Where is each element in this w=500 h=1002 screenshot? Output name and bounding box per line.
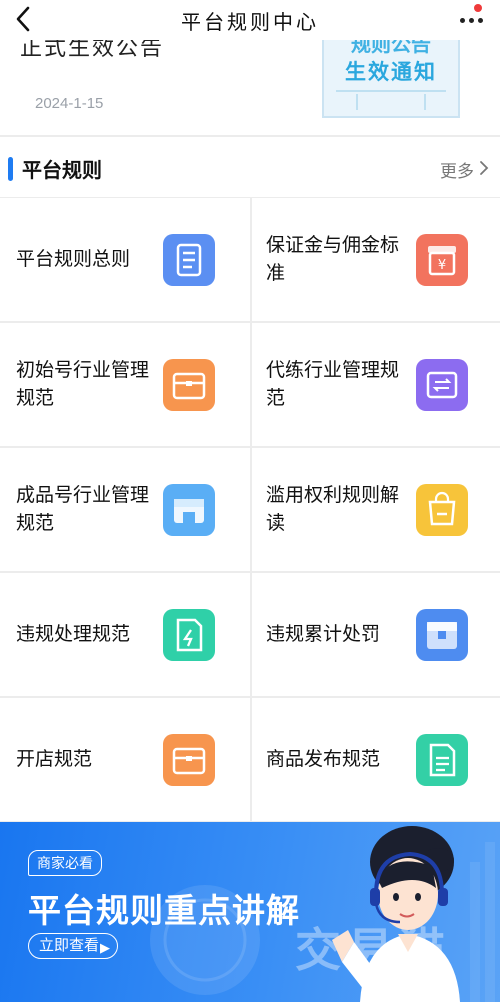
rule-item[interactable]: 初始号行业管理规范 [0, 323, 250, 448]
section-header: 平台规则 更多 [0, 137, 500, 197]
dot-icon [478, 18, 483, 23]
lightning-doc-icon [163, 609, 215, 661]
page-title: 平台规则中心 [181, 10, 319, 34]
notice-thumbnail: 规则公告 生效通知 [322, 40, 460, 118]
section-title: 平台规则 [22, 160, 102, 182]
rule-label: 初始号行业管理规范 [16, 359, 150, 409]
yen-box-icon: ¥ [416, 234, 468, 286]
banner-tag: 商家必看 [28, 850, 102, 876]
rule-item[interactable]: 违规累计处罚 [250, 573, 500, 698]
rule-label: 保证金与佣金标准 [266, 234, 400, 284]
rule-label: 商品发布规范 [266, 748, 381, 770]
dot-icon [469, 18, 474, 23]
notification-dot [474, 4, 482, 12]
chevron-right-icon[interactable] [478, 159, 490, 177]
rule-item[interactable]: 保证金与佣金标准 ¥ [250, 198, 500, 323]
rule-label: 开店规范 [16, 748, 93, 770]
thumbnail-text: 生效通知 [345, 61, 437, 84]
rule-item[interactable]: 成品号行业管理规范 [0, 448, 250, 573]
banner-title: 平台规则重点讲解 [28, 892, 300, 929]
briefcase-icon [163, 734, 215, 786]
storefront-icon [163, 484, 215, 536]
rule-label: 平台规则总则 [16, 248, 131, 270]
rule-label: 违规处理规范 [16, 623, 131, 645]
rule-item[interactable]: 商品发布规范 [250, 698, 500, 823]
customer-service-agent-illustration [332, 826, 460, 1002]
package-icon [416, 609, 468, 661]
rule-item[interactable]: 代练行业管理规范 [250, 323, 500, 448]
rule-label: 滥用权利规则解读 [266, 484, 400, 534]
notice-item[interactable]: 正式生效公告 2024-1-15 规则公告 生效通知 [0, 40, 500, 135]
rule-label: 代练行业管理规范 [266, 359, 400, 409]
document-icon [163, 234, 215, 286]
rule-label: 违规累计处罚 [266, 623, 381, 645]
rules-grid: 平台规则总则 保证金与佣金标准 ¥ 初始号行业管理规范 代练行业管理规范 成品号… [0, 197, 500, 823]
section-accent-bar [8, 157, 13, 181]
more-link[interactable]: 更多 [440, 157, 474, 182]
briefcase-icon [163, 359, 215, 411]
notice-date: 2024-1-15 [35, 95, 104, 112]
dot-icon [460, 18, 465, 23]
exchange-icon [416, 359, 468, 411]
rule-item[interactable]: 违规处理规范 [0, 573, 250, 698]
envelope-icon [336, 90, 446, 114]
view-now-label: 立即查看 [39, 937, 100, 954]
rule-item[interactable]: 开店规范 [0, 698, 250, 823]
list-doc-icon [416, 734, 468, 786]
shopping-bag-icon [416, 484, 468, 536]
svg-text:¥: ¥ [438, 258, 446, 273]
thumbnail-text-top: 规则公告 [351, 40, 431, 56]
rule-item[interactable]: 平台规则总则 [0, 198, 250, 323]
promo-banner[interactable]: 商家必看 平台规则重点讲解 立即查看 ▶ 交易猫 [0, 822, 500, 1002]
rule-item[interactable]: 滥用权利规则解读 [250, 448, 500, 573]
view-now-button[interactable]: 立即查看 ▶ [28, 933, 118, 959]
top-bar: 平台规则中心 [0, 0, 500, 40]
rule-label: 成品号行业管理规范 [16, 484, 150, 534]
chevron-right-icon: ▶ [100, 940, 110, 955]
more-menu-button[interactable] [458, 4, 486, 30]
notice-title: 正式生效公告 [20, 40, 165, 60]
